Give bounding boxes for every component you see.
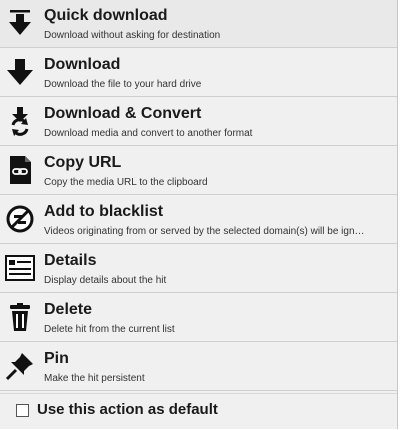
menu-item-description: Copy the media URL to the clipboard bbox=[44, 177, 208, 188]
download-icon bbox=[4, 56, 36, 88]
menu-item-description: Videos originating from or served by the… bbox=[44, 226, 365, 237]
menu-item-title: Pin bbox=[44, 350, 69, 367]
menu-item-description: Download without asking for destination bbox=[44, 30, 221, 41]
menu-item-copy-url[interactable]: Copy URL Copy the media URL to the clipb… bbox=[0, 147, 397, 195]
menu-item-description: Download media and convert to another fo… bbox=[44, 128, 253, 139]
menu-item-description: Delete hit from the current list bbox=[44, 324, 175, 335]
pin-icon bbox=[4, 350, 36, 382]
default-action-row: Use this action as default bbox=[0, 393, 397, 429]
menu-item-quick-download[interactable]: Quick download Download without asking f… bbox=[0, 0, 397, 48]
use-as-default-label[interactable]: Use this action as default bbox=[37, 401, 218, 418]
menu-item-description: Display details about the hit bbox=[44, 275, 167, 286]
menu-item-pin[interactable]: Pin Make the hit persistent bbox=[0, 343, 397, 391]
quick-download-icon bbox=[4, 7, 36, 39]
menu-item-title: Copy URL bbox=[44, 154, 122, 171]
download-convert-icon bbox=[4, 105, 36, 137]
action-menu: Quick download Download without asking f… bbox=[0, 0, 398, 429]
copy-url-icon bbox=[4, 154, 36, 186]
menu-item-download-convert[interactable]: Download & Convert Download media and co… bbox=[0, 98, 397, 146]
menu-item-description: Make the hit persistent bbox=[44, 373, 145, 384]
use-as-default-checkbox[interactable] bbox=[16, 404, 29, 417]
menu-item-delete[interactable]: Delete Delete hit from the current list bbox=[0, 294, 397, 342]
menu-item-add-to-blacklist[interactable]: Add to blacklist Videos originating from… bbox=[0, 196, 397, 244]
menu-item-title: Quick download bbox=[44, 7, 168, 24]
menu-item-title: Download bbox=[44, 56, 121, 73]
menu-item-title: Add to blacklist bbox=[44, 203, 164, 220]
menu-item-title: Download & Convert bbox=[44, 105, 202, 122]
trash-icon bbox=[4, 301, 36, 333]
menu-item-download[interactable]: Download Download the file to your hard … bbox=[0, 49, 397, 97]
details-icon bbox=[4, 252, 36, 284]
menu-item-details[interactable]: Details Display details about the hit bbox=[0, 245, 397, 293]
menu-item-title: Details bbox=[44, 252, 97, 269]
menu-item-description: Download the file to your hard drive bbox=[44, 79, 202, 90]
blacklist-icon bbox=[4, 203, 36, 235]
menu-item-title: Delete bbox=[44, 301, 93, 318]
